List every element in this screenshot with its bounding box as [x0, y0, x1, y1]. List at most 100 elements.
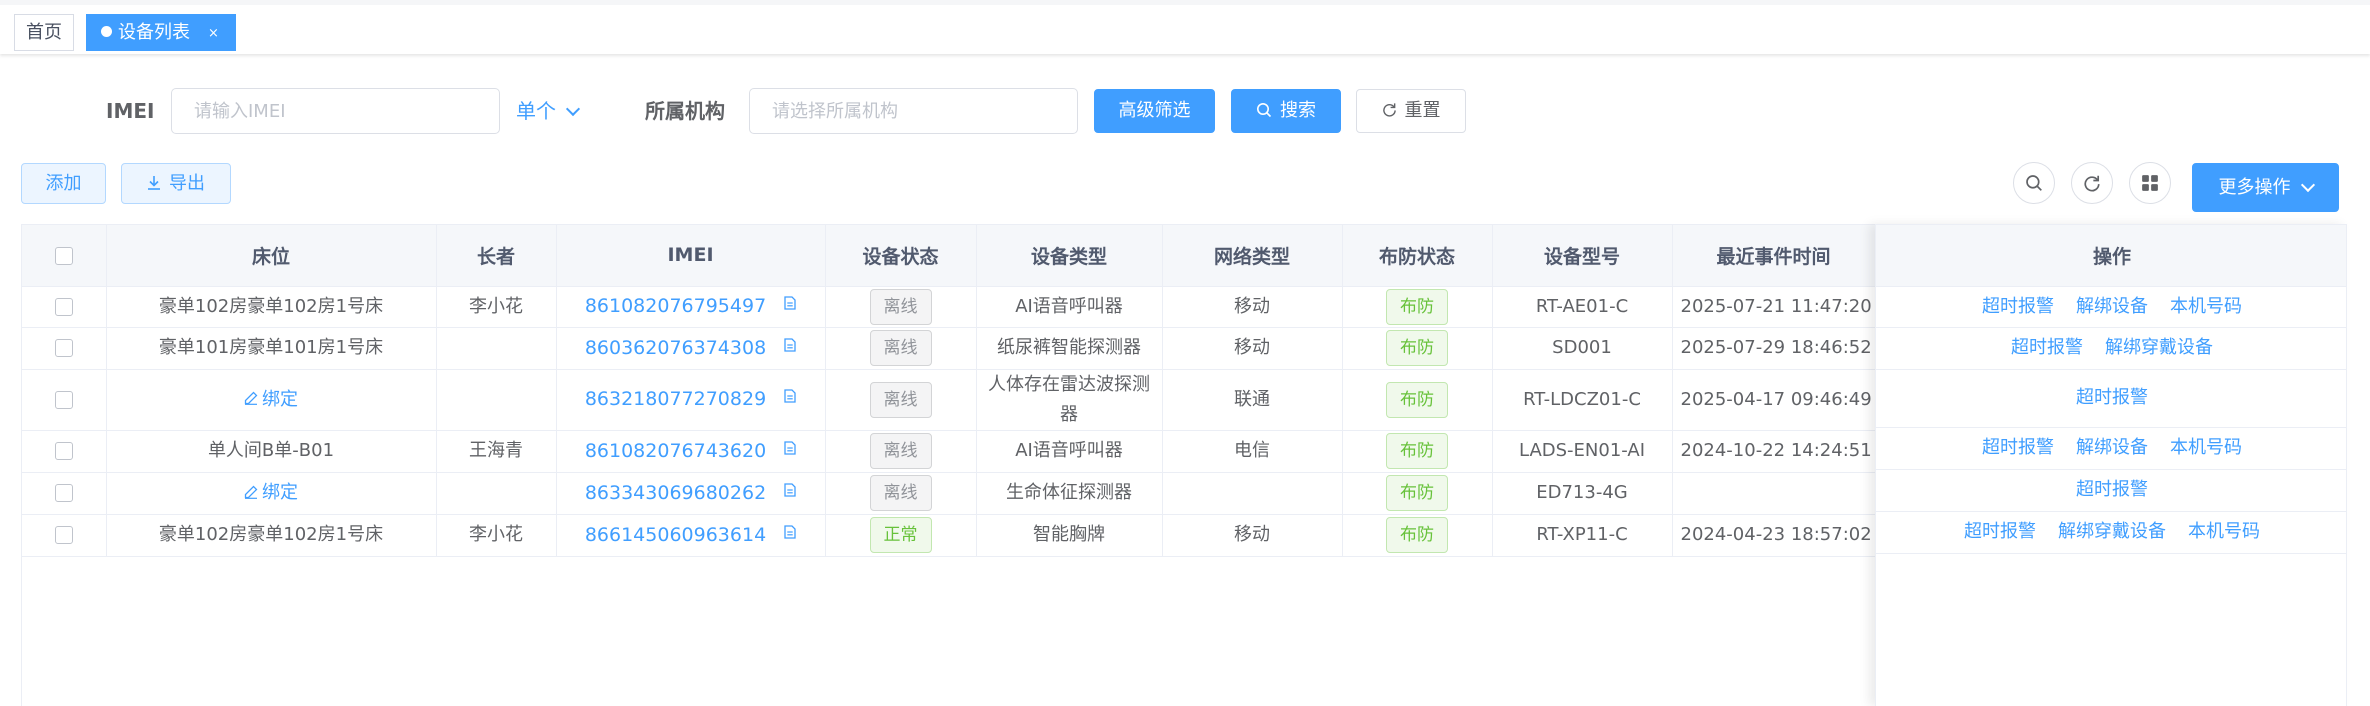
- bind-bed-link[interactable]: 绑定: [244, 389, 298, 410]
- document-icon[interactable]: [784, 383, 796, 413]
- row-checkbox[interactable]: [54, 484, 73, 502]
- device-status-cell: 离线: [825, 472, 977, 515]
- imei-link[interactable]: 863218077270829: [585, 388, 766, 410]
- network-type-cell: 移动: [1162, 286, 1343, 328]
- action-link[interactable]: 本机号码: [2170, 437, 2242, 458]
- row-checkbox-cell[interactable]: [22, 514, 107, 557]
- bed-cell: 豪单102房豪单102房1号床: [106, 286, 437, 328]
- imei-cell: 866145060963614: [556, 514, 826, 557]
- actions-row: 超时报警 解绑设备 本机号码: [1876, 286, 2346, 328]
- imei-cell: 863218077270829: [556, 369, 826, 431]
- action-link[interactable]: 解绑设备: [2076, 296, 2148, 317]
- toggle-search-button[interactable]: [2013, 162, 2055, 204]
- add-button[interactable]: 添加: [21, 163, 106, 204]
- action-link[interactable]: 解绑穿戴设备: [2058, 521, 2166, 542]
- arm-status-cell: 布防: [1342, 369, 1493, 431]
- more-actions-label: 更多操作: [2218, 177, 2291, 198]
- network-type-cell: 移动: [1162, 327, 1343, 370]
- row-checkbox-cell[interactable]: [22, 472, 107, 515]
- reset-button[interactable]: 重置: [1356, 89, 1466, 133]
- action-link[interactable]: 本机号码: [2188, 521, 2260, 542]
- network-type-cell: 电信: [1162, 430, 1343, 473]
- status-badge: 离线: [869, 433, 932, 469]
- advanced-filter-button[interactable]: 高级筛选: [1094, 89, 1215, 133]
- row-checkbox[interactable]: [54, 339, 73, 357]
- model-cell: SD001: [1492, 327, 1673, 370]
- arm-badge: 布防: [1386, 475, 1448, 511]
- imei-link[interactable]: 861082076743620: [585, 440, 766, 462]
- actions-cell: 超时报警 解绑穿戴设备 本机号码: [1876, 511, 2346, 554]
- row-checkbox[interactable]: [54, 442, 73, 460]
- imei-link[interactable]: 861082076795497: [585, 295, 766, 317]
- imei-mode-select[interactable]: 单个: [516, 88, 581, 134]
- row-checkbox[interactable]: [54, 297, 73, 316]
- actions-cell: 超时报警 解绑设备 本机号码: [1876, 427, 2346, 470]
- last-event-time-cell: 2025-07-29 18:46:52: [1672, 327, 1876, 370]
- action-link[interactable]: 超时报警: [2076, 387, 2148, 408]
- imei-link[interactable]: 866145060963614: [585, 524, 766, 546]
- model-cell: RT-AE01-C: [1492, 286, 1673, 328]
- grid-icon: [2142, 175, 2158, 191]
- imei-link[interactable]: 860362076374308: [585, 337, 766, 359]
- actions-row: 超时报警: [1876, 469, 2346, 512]
- arm-badge: 布防: [1386, 433, 1448, 469]
- imei-label: IMEI: [106, 99, 155, 123]
- imei-input[interactable]: [171, 88, 500, 134]
- chevron-down-icon: [565, 101, 581, 116]
- row-checkbox[interactable]: [54, 526, 73, 544]
- select-all-checkbox-cell[interactable]: [22, 225, 107, 287]
- document-icon[interactable]: [784, 477, 796, 507]
- action-link[interactable]: 本机号码: [2170, 296, 2242, 317]
- document-icon[interactable]: [784, 519, 796, 549]
- action-link[interactable]: 超时报警: [1982, 437, 2054, 458]
- download-icon: [148, 176, 160, 190]
- document-icon[interactable]: [784, 435, 796, 465]
- select-all-checkbox[interactable]: [54, 246, 73, 265]
- refresh-button[interactable]: [2071, 162, 2113, 204]
- columns-toggle-button[interactable]: [2129, 162, 2171, 204]
- export-button[interactable]: 导出: [121, 163, 231, 204]
- imei-link[interactable]: 863343069680262: [585, 482, 766, 504]
- network-type-cell: 移动: [1162, 514, 1343, 557]
- bed-cell: 绑定: [106, 369, 437, 431]
- action-link[interactable]: 解绑设备: [2076, 437, 2148, 458]
- document-icon[interactable]: [784, 332, 796, 362]
- device-status-cell: 离线: [825, 369, 977, 431]
- bed-cell: 豪单102房豪单102房1号床: [106, 514, 437, 557]
- actions-row: 超时报警 解绑设备 本机号码: [1876, 427, 2346, 470]
- status-badge: 离线: [869, 330, 932, 366]
- search-icon: [2026, 175, 2042, 191]
- elder-cell: [436, 369, 557, 431]
- document-icon[interactable]: [784, 290, 796, 320]
- action-link[interactable]: 解绑穿戴设备: [2105, 337, 2213, 358]
- row-checkbox-cell[interactable]: [22, 369, 107, 431]
- imei-cell: 860362076374308: [556, 327, 826, 370]
- org-select[interactable]: [749, 88, 1078, 134]
- tab-device-list[interactable]: 设备列表 ×: [86, 14, 236, 51]
- action-link[interactable]: 超时报警: [1964, 521, 2036, 542]
- search-button[interactable]: 搜索: [1231, 89, 1341, 133]
- actions-row: 超时报警: [1876, 369, 2346, 428]
- action-link[interactable]: 超时报警: [2076, 479, 2148, 500]
- row-checkbox-cell[interactable]: [22, 327, 107, 370]
- elder-cell: 李小花: [436, 286, 557, 328]
- last-event-time-cell: [1672, 472, 1876, 515]
- tab-home[interactable]: 首页: [14, 14, 74, 51]
- export-button-label: 导出: [169, 173, 205, 194]
- actions-header-row: 操作: [1876, 225, 2346, 287]
- header-device-status: 设备状态: [825, 225, 977, 287]
- device-status-cell: 离线: [825, 286, 977, 328]
- close-icon[interactable]: ×: [208, 26, 219, 41]
- bed-cell: 单人间B单-B01: [106, 430, 437, 473]
- row-checkbox-cell[interactable]: [22, 286, 107, 328]
- arm-status-cell: 布防: [1342, 472, 1493, 515]
- more-actions-button[interactable]: 更多操作: [2192, 163, 2339, 212]
- action-link[interactable]: 超时报警: [2011, 337, 2083, 358]
- action-link[interactable]: 超时报警: [1982, 296, 2054, 317]
- row-checkbox-cell[interactable]: [22, 430, 107, 473]
- header-arm-status: 布防状态: [1342, 225, 1493, 287]
- header-network-type: 网络类型: [1162, 225, 1343, 287]
- bind-bed-link[interactable]: 绑定: [244, 482, 298, 503]
- row-checkbox[interactable]: [54, 390, 73, 409]
- arm-badge: 布防: [1386, 381, 1448, 418]
